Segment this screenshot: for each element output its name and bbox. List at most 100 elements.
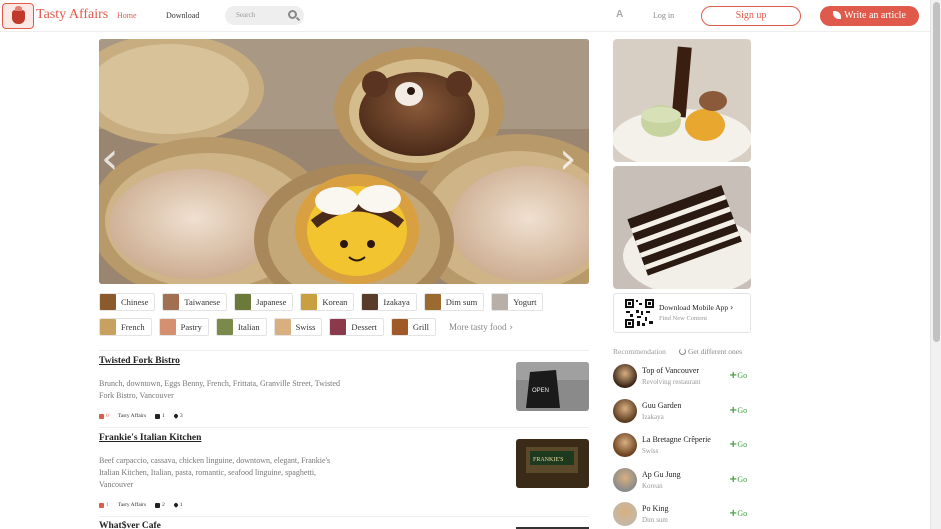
article-author[interactable]: Tasty Affairs	[118, 413, 146, 419]
thumbs-down-icon	[99, 502, 104, 508]
category-thumbnail	[391, 319, 408, 335]
scrollbar-thumb[interactable]	[933, 2, 940, 342]
category-chip[interactable]: Dessert	[329, 318, 384, 336]
category-chip[interactable]: Pastry	[158, 318, 209, 336]
category-thumbnail	[492, 294, 509, 310]
restaurant-avatar[interactable]	[613, 364, 637, 388]
restaurant-name[interactable]: Ap Gu Jung	[642, 470, 681, 479]
category-label: Grill	[412, 322, 429, 332]
page-scrollbar[interactable]	[930, 0, 941, 529]
recommendation-item[interactable]: Ap Gu Jung Korean +Go	[613, 467, 751, 494]
font-size-icon[interactable]: A	[616, 9, 623, 20]
follow-go-button[interactable]: +Go	[729, 508, 747, 519]
featured-cake-image[interactable]	[613, 166, 751, 289]
search-input[interactable]: Search	[236, 11, 255, 19]
app-download-title[interactable]: Download Mobile App ›	[659, 303, 733, 312]
category-label: Pastry	[180, 322, 202, 332]
nav-home-link[interactable]: Home	[117, 11, 137, 20]
category-label: Yogurt	[513, 297, 537, 307]
restaurant-name[interactable]: Guu Garden	[642, 401, 681, 410]
article-card[interactable]: Frankie's Italian Kitchen Beef carpaccio…	[99, 433, 589, 513]
more-food-link[interactable]: More tasty food ›	[449, 318, 513, 337]
category-chip[interactable]: Grill	[390, 318, 436, 336]
recommendation-title: Recommendation	[613, 347, 666, 356]
restaurant-name[interactable]: La Bretagne Crêperie	[642, 435, 711, 444]
write-article-button[interactable]: Write an article	[820, 6, 919, 26]
open-sign-text: OPEN	[532, 388, 549, 394]
hero-carousel[interactable]: ‹ ›	[99, 39, 589, 284]
category-label: Chinese	[121, 297, 149, 307]
category-chip[interactable]: Yogurt	[491, 293, 544, 311]
category-thumbnail	[100, 319, 116, 335]
category-chip[interactable]: Chinese	[99, 293, 156, 311]
site-name[interactable]: Tasty Affairs	[36, 7, 108, 23]
chevron-right-icon: ›	[730, 303, 734, 312]
restaurant-avatar[interactable]	[613, 467, 637, 492]
article-thumbnail[interactable]: OPEN	[516, 362, 589, 411]
restaurant-name[interactable]: Po King	[642, 504, 668, 513]
follow-go-button[interactable]: +Go	[729, 405, 747, 416]
category-label: Dessert	[351, 322, 377, 332]
category-chip[interactable]: Dim sum	[423, 293, 485, 311]
category-label: Korean	[322, 297, 348, 307]
category-thumbnail	[216, 319, 233, 335]
go-label: Go	[737, 509, 748, 518]
go-label: Go	[737, 371, 748, 380]
refresh-icon	[679, 348, 686, 355]
article-card[interactable]: What$ver Cafe	[99, 521, 589, 529]
get-different-button[interactable]: Get different ones	[679, 347, 742, 356]
category-chip[interactable]: Izakaya	[361, 293, 417, 311]
heart-icon	[173, 502, 179, 508]
category-chip[interactable]: Taiwanese	[162, 293, 228, 311]
follow-go-button[interactable]: +Go	[729, 370, 747, 381]
category-label: French	[121, 322, 145, 332]
recommendation-item[interactable]: Guu Garden Izakaya +Go	[613, 398, 751, 425]
category-thumbnail	[163, 294, 180, 310]
restaurant-category: Swiss	[642, 447, 659, 455]
category-chip[interactable]: Korean	[300, 293, 355, 311]
category-label: Italian	[237, 322, 260, 332]
search-bar[interactable]: Search	[225, 6, 304, 25]
search-icon[interactable]	[288, 10, 297, 19]
comment-icon	[155, 413, 161, 419]
category-chip[interactable]: Italian	[215, 318, 267, 336]
carousel-prev-icon[interactable]: ‹	[101, 137, 131, 185]
comment-count[interactable]: 1	[155, 413, 165, 419]
featured-dessert-image[interactable]	[613, 39, 751, 162]
like-count[interactable]: 1	[173, 502, 183, 508]
restaurant-avatar[interactable]	[613, 433, 637, 457]
download-app-card[interactable]: Download Mobile App › Find New Content	[613, 293, 751, 333]
downvote-count[interactable]: 0	[99, 413, 109, 419]
carousel-next-icon[interactable]: ›	[559, 137, 589, 185]
restaurant-avatar[interactable]	[613, 398, 637, 423]
nav-download-link[interactable]: Download	[166, 11, 199, 20]
follow-go-button[interactable]: +Go	[729, 474, 747, 485]
restaurant-avatar[interactable]	[613, 502, 637, 526]
article-thumbnail[interactable]: FRANKIE'S	[516, 439, 589, 488]
downvote-count[interactable]: 1	[99, 502, 109, 508]
category-chip[interactable]: French	[99, 318, 152, 336]
category-row-1: Chinese Taiwanese Japanese Korean Izakaya Dim…	[99, 293, 544, 311]
heart-icon	[173, 413, 179, 419]
category-chip[interactable]: Japanese	[234, 293, 294, 311]
category-thumbnail	[100, 294, 116, 310]
frankies-sign-text: FRANKIE'S	[533, 457, 563, 463]
article-author[interactable]: Tasty Affairs	[118, 502, 146, 508]
article-card[interactable]: Twisted Fork Bistro Brunch, downtown, Eg…	[99, 356, 589, 426]
restaurant-name[interactable]: Top of Vancouver	[642, 366, 699, 375]
recommendation-item[interactable]: Top of Vancouver Revolving restaurant +Go	[613, 364, 751, 390]
login-link[interactable]: Log in	[653, 11, 674, 20]
like-count[interactable]: 3	[173, 413, 183, 419]
recommendation-item[interactable]: Po King Dim sum +Go	[613, 502, 751, 528]
like-value: 3	[179, 413, 183, 419]
thumbs-down-icon	[99, 413, 104, 419]
like-value: 1	[179, 502, 183, 508]
recommendation-item[interactable]: La Bretagne Crêperie Swiss +Go	[613, 433, 751, 459]
follow-go-button[interactable]: +Go	[729, 439, 747, 450]
qr-code-icon	[625, 299, 654, 328]
category-label: Japanese	[256, 297, 287, 307]
comment-count[interactable]: 2	[155, 502, 165, 508]
signup-button[interactable]: Sign up	[701, 6, 801, 26]
category-chip[interactable]: Swiss	[273, 318, 323, 336]
logo-icon[interactable]	[2, 3, 34, 29]
